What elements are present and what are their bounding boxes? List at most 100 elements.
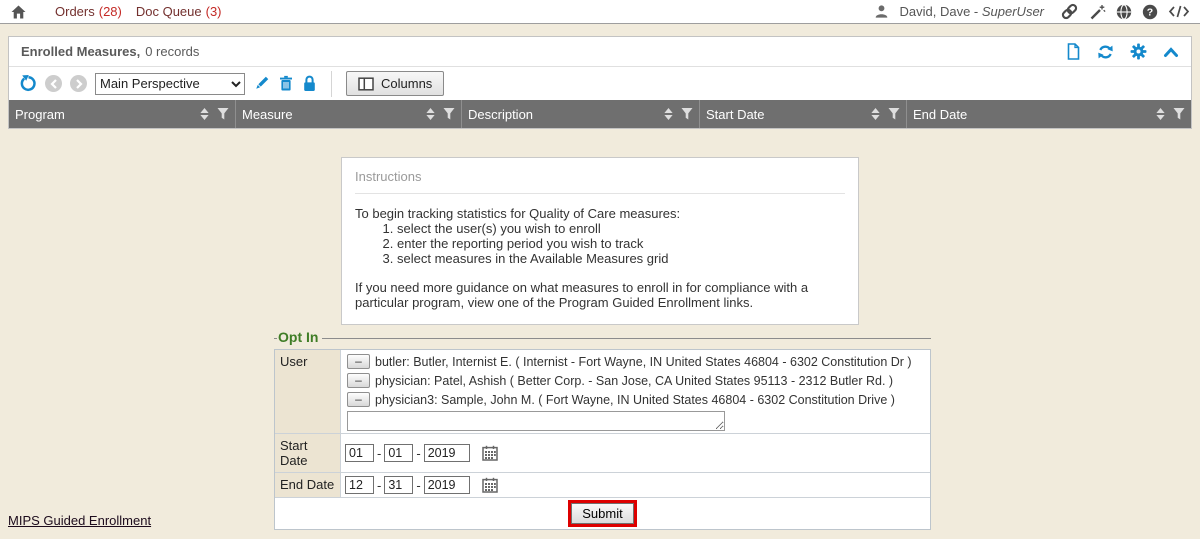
panel-actions xyxy=(1066,43,1179,60)
start-date-row: Start Date - - xyxy=(275,433,930,472)
sort-icon[interactable] xyxy=(871,108,880,120)
gear-icon[interactable] xyxy=(1130,43,1147,60)
filter-icon[interactable] xyxy=(888,108,900,120)
topbar-user-area: David, Dave - SuperUser ? xyxy=(874,3,1190,20)
prev-perspective-icon[interactable] xyxy=(45,75,62,92)
wand-icon[interactable] xyxy=(1089,4,1106,20)
instructions-title: Instructions xyxy=(355,169,845,184)
instructions-note: If you need more guidance on what measur… xyxy=(355,280,845,310)
end-date-fields: - - xyxy=(341,473,930,497)
enrolled-user-text: physician3: Sample, John M. ( Fort Wayne… xyxy=(375,393,895,407)
column-header-description[interactable]: Description xyxy=(461,100,699,128)
filter-icon[interactable] xyxy=(1173,108,1185,120)
opt-in-form: User – butler: Butler, Internist E. ( In… xyxy=(274,349,931,530)
sort-icon[interactable] xyxy=(1156,108,1165,120)
enrolled-user-text: butler: Butler, Internist E. ( Internist… xyxy=(375,355,912,369)
help-icon[interactable]: ? xyxy=(1142,4,1158,20)
date-separator: - xyxy=(416,478,420,493)
start-day-input[interactable] xyxy=(384,444,413,462)
enrolled-user-text: physician: Patel, Ashish ( Better Corp. … xyxy=(375,374,893,388)
mips-guided-enrollment-link[interactable]: MIPS Guided Enrollment xyxy=(8,513,151,528)
instruction-step: select the user(s) you wish to enroll xyxy=(397,221,845,236)
collapse-panel-icon[interactable] xyxy=(1163,46,1179,58)
content-area: Instructions To begin tracking statistic… xyxy=(0,129,1200,538)
edit-pencil-icon[interactable] xyxy=(253,75,270,92)
svg-text:?: ? xyxy=(1147,6,1153,18)
column-label: End Date xyxy=(913,107,1152,122)
end-month-input[interactable] xyxy=(345,476,374,494)
new-document-icon[interactable] xyxy=(1066,43,1081,60)
column-header-measure[interactable]: Measure xyxy=(235,100,461,128)
column-label: Program xyxy=(15,107,196,122)
start-year-input[interactable] xyxy=(424,444,470,462)
submit-button[interactable]: Submit xyxy=(571,503,633,524)
column-header-start-date[interactable]: Start Date xyxy=(699,100,906,128)
opt-in-legend-row: Opt In xyxy=(274,329,931,345)
column-label: Measure xyxy=(242,107,422,122)
toolbar-divider xyxy=(331,71,332,97)
end-date-row: End Date - - xyxy=(275,472,930,497)
filter-icon[interactable] xyxy=(217,108,229,120)
remove-user-button[interactable]: – xyxy=(347,354,370,369)
undo-icon[interactable] xyxy=(19,75,37,93)
nav-orders-count: (28) xyxy=(99,4,122,19)
nav-doc-queue-count: (3) xyxy=(206,4,222,19)
instructions-panel: Instructions To begin tracking statistic… xyxy=(341,157,859,325)
nav-doc-queue[interactable]: Doc Queue (3) xyxy=(136,4,222,19)
perspective-select[interactable]: Main Perspective xyxy=(95,73,245,95)
nav-orders[interactable]: Orders (28) xyxy=(55,4,122,19)
sort-icon[interactable] xyxy=(664,108,673,120)
column-header-end-date[interactable]: End Date xyxy=(906,100,1191,128)
start-month-input[interactable] xyxy=(345,444,374,462)
end-date-calendar-icon[interactable] xyxy=(482,477,498,493)
current-user-role: SuperUser xyxy=(982,4,1044,19)
globe-icon[interactable] xyxy=(1116,4,1132,20)
panel-title: Enrolled Measures, xyxy=(21,44,140,59)
remove-user-button[interactable]: – xyxy=(347,392,370,407)
columns-button[interactable]: Columns xyxy=(346,71,444,96)
lock-icon[interactable] xyxy=(302,75,317,92)
enrolled-user-item: – physician3: Sample, John M. ( Fort Way… xyxy=(345,390,926,409)
topbar: Orders (28) Doc Queue (3) David, Dave - … xyxy=(0,0,1200,24)
current-user[interactable]: David, Dave - SuperUser xyxy=(899,4,1044,19)
refresh-icon[interactable] xyxy=(1097,44,1114,60)
start-date-fields: - - xyxy=(341,434,930,472)
enrolled-user-item: – butler: Butler, Internist E. ( Interni… xyxy=(345,352,926,371)
opt-in-legend-line xyxy=(322,338,931,339)
column-label: Start Date xyxy=(706,107,867,122)
nav-doc-queue-label: Doc Queue xyxy=(136,4,202,19)
filter-icon[interactable] xyxy=(443,108,455,120)
link-icon[interactable] xyxy=(1060,3,1079,20)
user-field-label: User xyxy=(275,350,341,433)
grid-header-row: Program Measure Description Start Date E… xyxy=(9,100,1191,128)
filter-icon[interactable] xyxy=(681,108,693,120)
columns-button-label: Columns xyxy=(381,76,432,91)
instructions-body: To begin tracking statistics for Quality… xyxy=(355,206,845,310)
code-icon[interactable] xyxy=(1168,4,1190,19)
submit-row: Submit xyxy=(275,497,930,529)
start-date-calendar-icon[interactable] xyxy=(482,445,498,461)
current-user-name: David, Dave - xyxy=(899,4,981,19)
end-date-label: End Date xyxy=(275,473,341,497)
nav-orders-label: Orders xyxy=(55,4,95,19)
remove-user-button[interactable]: – xyxy=(347,373,370,388)
start-date-label: Start Date xyxy=(275,434,341,472)
opt-in-legend: Opt In xyxy=(277,329,322,345)
date-separator: - xyxy=(377,478,381,493)
instructions-divider xyxy=(355,193,845,194)
panel-record-count: 0 records xyxy=(145,44,199,59)
delete-trash-icon[interactable] xyxy=(278,75,294,92)
home-icon[interactable] xyxy=(10,4,27,20)
annotation-highlight: Submit xyxy=(568,500,636,527)
end-year-input[interactable] xyxy=(424,476,470,494)
columns-icon xyxy=(358,77,374,91)
topbar-nav: Orders (28) Doc Queue (3) xyxy=(10,4,222,20)
column-header-program[interactable]: Program xyxy=(9,100,235,128)
sort-icon[interactable] xyxy=(200,108,209,120)
user-icon xyxy=(874,4,889,19)
user-search-input[interactable] xyxy=(347,411,725,431)
sort-icon[interactable] xyxy=(426,108,435,120)
end-day-input[interactable] xyxy=(384,476,413,494)
next-perspective-icon[interactable] xyxy=(70,75,87,92)
enrolled-measures-panel: Enrolled Measures, 0 records xyxy=(8,36,1192,129)
